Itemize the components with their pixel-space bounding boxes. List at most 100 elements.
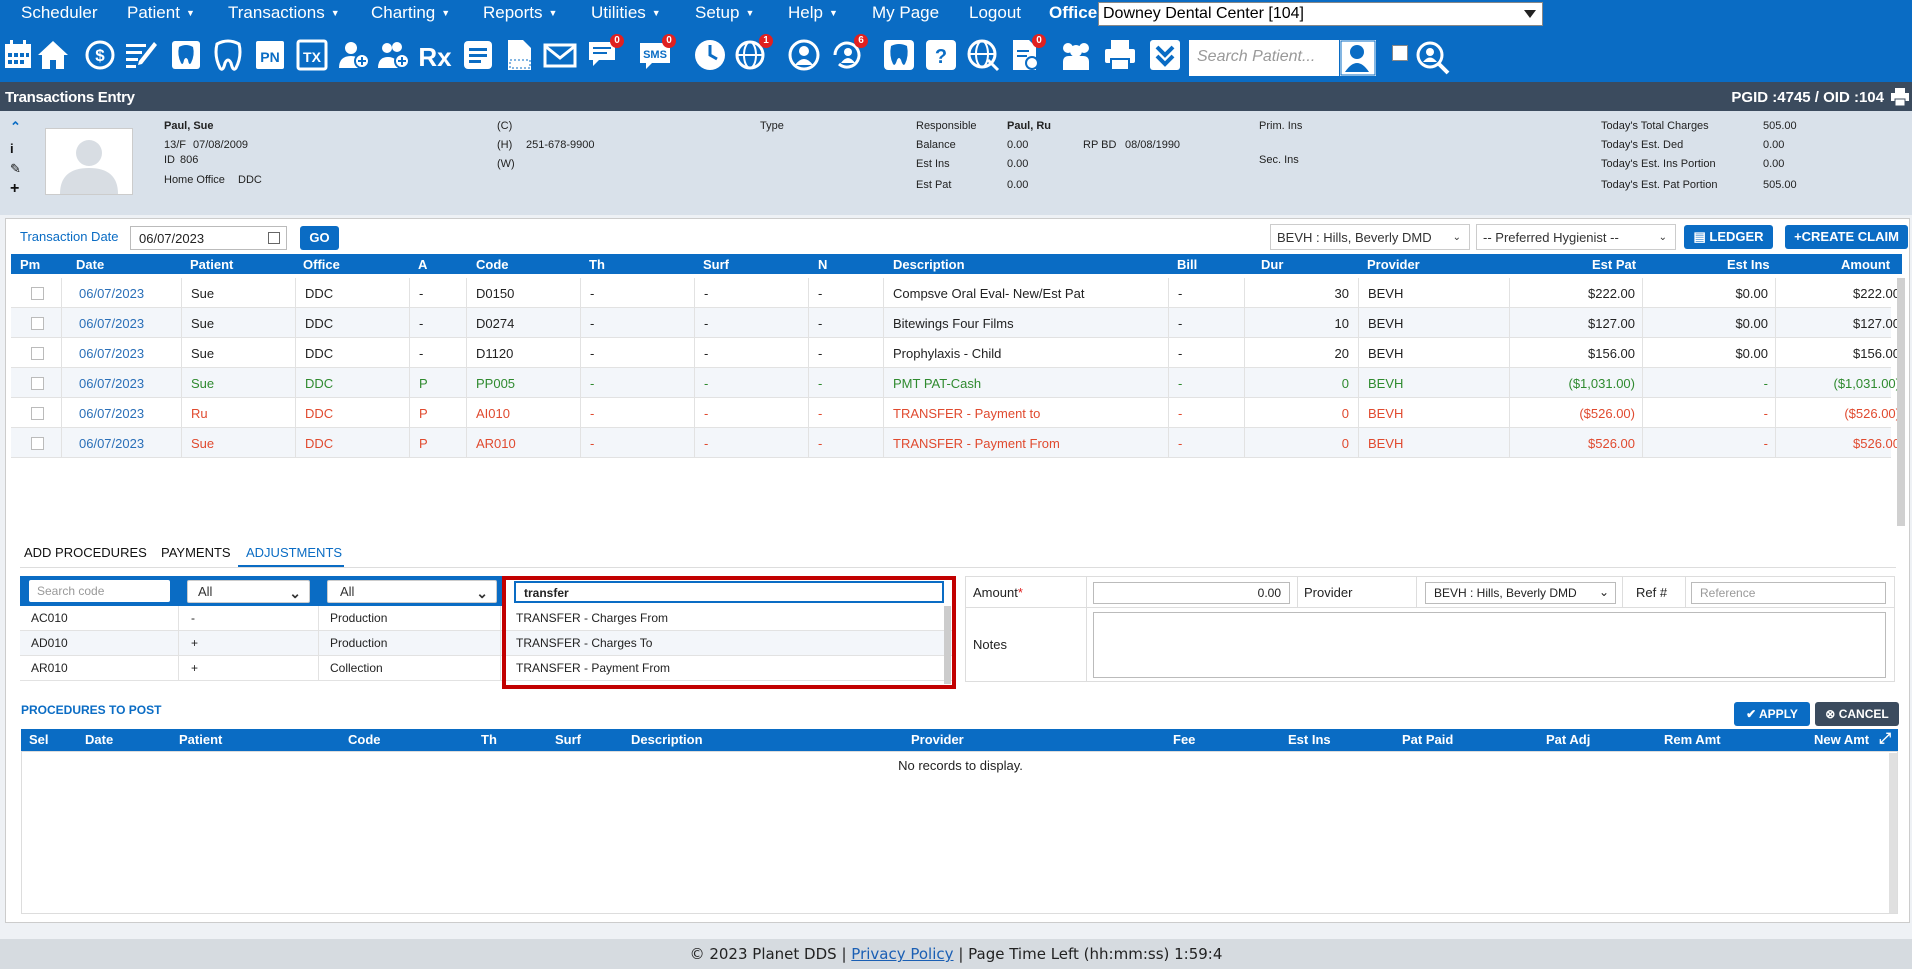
col-date[interactable]: Date <box>76 257 104 272</box>
print-icon[interactable] <box>1890 87 1910 107</box>
ptp-col-provider[interactable]: Provider <box>911 732 964 747</box>
category-filter-select[interactable]: All ⌄ <box>327 580 497 603</box>
grid-scrollbar[interactable] <box>1897 278 1905 526</box>
plus-icon[interactable]: + <box>10 181 22 197</box>
nav-my-page[interactable]: My Page <box>872 3 939 23</box>
mail-icon[interactable] <box>543 38 577 72</box>
col-patient[interactable]: Patient <box>190 257 233 272</box>
table-row[interactable]: 06/07/2023 Sue DDC P AR010 - - - TRANSFER - Paym… <box>11 428 1900 458</box>
globe-users-icon[interactable]: 1 <box>735 34 773 72</box>
col-est-pat[interactable]: Est Pat <box>1592 257 1636 272</box>
messages-icon[interactable]: 0 <box>586 34 624 72</box>
ptp-col-rem-amt[interactable]: Rem Amt <box>1664 732 1721 747</box>
printer-icon[interactable] <box>1103 38 1137 72</box>
row-checkbox[interactable] <box>31 317 44 330</box>
patient-name[interactable]: Paul, Sue <box>164 120 214 132</box>
col-th[interactable]: Th <box>589 257 605 272</box>
col-pm[interactable]: Pm <box>20 257 40 272</box>
dollar-refresh-icon[interactable]: $ <box>83 38 117 72</box>
edit-list-icon[interactable] <box>124 38 158 72</box>
cell-date[interactable]: 06/07/2023 <box>79 286 144 301</box>
paperclip-icon[interactable]: ✎ <box>10 162 22 175</box>
nav-setup[interactable]: Setup ▼ <box>695 3 754 23</box>
go-button[interactable]: GO <box>300 226 339 250</box>
col-dur[interactable]: Dur <box>1261 257 1283 272</box>
cell-date[interactable]: 06/07/2023 <box>79 316 144 331</box>
responsible-name[interactable]: Paul, Ru <box>1007 120 1051 132</box>
cancel-button[interactable]: ⊗ CANCEL <box>1815 702 1899 726</box>
progress-notes-icon[interactable]: PN <box>253 38 287 72</box>
prescription-icon[interactable]: Rx <box>418 38 452 72</box>
col-amount[interactable]: Amount <box>1841 257 1890 272</box>
cell-date[interactable]: 06/07/2023 <box>79 406 144 421</box>
col-bill[interactable]: Bill <box>1177 257 1197 272</box>
row-checkbox[interactable] <box>31 287 44 300</box>
ptp-col-est-ins[interactable]: Est Ins <box>1288 732 1331 747</box>
ptp-col-date[interactable]: Date <box>85 732 113 747</box>
row-checkbox[interactable] <box>31 347 44 360</box>
table-row[interactable]: 06/07/2023 Sue DDC - D0150 - - - Compsve Oral Ev… <box>11 278 1900 308</box>
nav-reports[interactable]: Reports ▼ <box>483 3 557 23</box>
tooth-chart-icon[interactable] <box>169 38 203 72</box>
privacy-policy-link[interactable]: Privacy Policy <box>851 945 953 963</box>
ptp-col-pat-adj[interactable]: Pat Adj <box>1546 732 1590 747</box>
table-row[interactable]: 06/07/2023 Sue DDC P PP005 - - - PMT PAT-Cash - 0 B… <box>11 368 1900 398</box>
cell-date[interactable]: 06/07/2023 <box>79 376 144 391</box>
col-description[interactable]: Description <box>893 257 965 272</box>
tooth-box-icon[interactable] <box>882 38 916 72</box>
tab-add-procedures[interactable]: ADD PROCEDURES <box>24 545 147 560</box>
ptp-col-new-amt[interactable]: New Amt <box>1814 732 1869 747</box>
sms-icon[interactable]: SMS 0 <box>638 34 676 72</box>
patient-search-icon[interactable] <box>1340 40 1376 76</box>
hygienist-select[interactable]: -- Preferred Hygienist -- ⌄ <box>1476 224 1676 250</box>
col-provider[interactable]: Provider <box>1367 257 1420 272</box>
nav-scheduler[interactable]: Scheduler <box>21 3 98 23</box>
calendar-icon[interactable] <box>2 38 36 72</box>
nav-utilities[interactable]: Utilities ▼ <box>591 3 661 23</box>
create-claim-button[interactable]: +CREATE CLAIM <box>1785 225 1908 249</box>
expand-icon[interactable]: ⤢ <box>1879 730 1891 747</box>
nav-transactions[interactable]: Transactions ▼ <box>228 3 340 23</box>
row-checkbox[interactable] <box>31 407 44 420</box>
cell-date[interactable]: 06/07/2023 <box>79 346 144 361</box>
ptp-scrollbar[interactable] <box>1889 753 1897 913</box>
search-patient-input[interactable]: Search Patient... <box>1189 40 1339 76</box>
transaction-date-input[interactable]: 06/07/2023 <box>130 226 287 250</box>
document-icon[interactable] <box>502 38 536 72</box>
office-select[interactable]: Downey Dental Center [104] <box>1098 2 1543 26</box>
col-a[interactable]: A <box>418 257 427 272</box>
row-checkbox[interactable] <box>31 437 44 450</box>
ptp-col-th[interactable]: Th <box>481 732 497 747</box>
toolbar-checkbox[interactable] <box>1392 45 1408 61</box>
refresh-user-icon[interactable]: 6 <box>830 34 868 72</box>
col-surf[interactable]: Surf <box>703 257 729 272</box>
expand-down-icon[interactable] <box>1148 38 1182 72</box>
nav-charting[interactable]: Charting ▼ <box>371 3 450 23</box>
notes-icon[interactable] <box>461 38 495 72</box>
ptp-col-fee[interactable]: Fee <box>1173 732 1195 747</box>
ptp-col-description[interactable]: Description <box>631 732 703 747</box>
calendar-small-icon[interactable] <box>268 232 280 244</box>
tasks-icon[interactable]: 0 <box>1008 34 1046 72</box>
col-est-ins[interactable]: Est Ins <box>1727 257 1770 272</box>
ptp-col-pat-paid[interactable]: Pat Paid <box>1402 732 1453 747</box>
search-code-input[interactable]: Search code <box>29 580 170 602</box>
adjustment-provider-select[interactable]: BEVH : Hills, Beverly DMD ⌄ <box>1425 582 1616 604</box>
family-search-icon[interactable] <box>1415 40 1450 75</box>
ptp-col-code[interactable]: Code <box>348 732 381 747</box>
cell-date[interactable]: 06/07/2023 <box>79 436 144 451</box>
nav-patient[interactable]: Patient ▼ <box>127 3 195 23</box>
nav-logout[interactable]: Logout <box>969 3 1021 23</box>
table-row[interactable]: 06/07/2023 Sue DDC - D1120 - - - Prophylaxis - C… <box>11 338 1900 368</box>
col-code[interactable]: Code <box>476 257 509 272</box>
tab-adjustments[interactable]: ADJUSTMENTS <box>246 545 342 560</box>
web-icon[interactable] <box>966 38 1000 72</box>
tooth-icon[interactable] <box>211 38 245 72</box>
nav-help[interactable]: Help ▼ <box>788 3 838 23</box>
info-icon[interactable]: i <box>10 142 22 155</box>
table-row[interactable]: 06/07/2023 Ru DDC P AI010 - - - TRANSFER - Payme… <box>11 398 1900 428</box>
add-patient-icon[interactable] <box>337 38 371 72</box>
ptp-col-surf[interactable]: Surf <box>555 732 581 747</box>
add-family-icon[interactable] <box>377 38 411 72</box>
row-checkbox[interactable] <box>31 377 44 390</box>
